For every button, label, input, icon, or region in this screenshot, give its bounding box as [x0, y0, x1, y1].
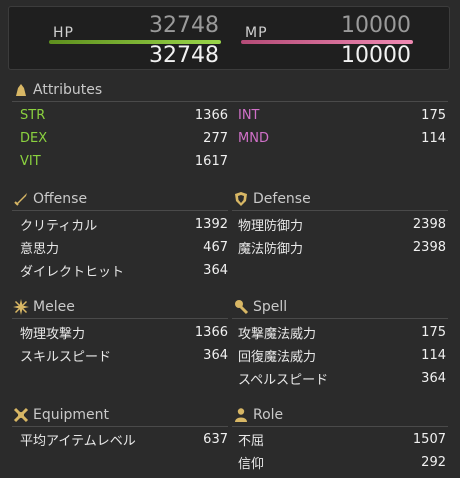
role-divider [232, 426, 448, 427]
stat-label: INT [238, 107, 260, 123]
hp-mp-panel: HP 32748 32748 MP 10000 10000 [8, 6, 450, 70]
stat-row-dex: DEX 277 [20, 127, 228, 149]
sword-icon [12, 190, 30, 208]
stat-value: 1366 [194, 107, 228, 123]
hp-max: 32748 [149, 43, 219, 68]
wand-icon [232, 298, 250, 316]
stat-label: 不屈 [238, 433, 265, 449]
stat-value: 114 [421, 130, 446, 146]
stat-row: ダイレクトヒット 364 [20, 259, 228, 281]
stat-value: 175 [421, 107, 446, 123]
stat-row: スキルスピード 364 [20, 344, 228, 366]
offense-title: Offense [33, 191, 88, 207]
stat-value: 467 [203, 239, 228, 255]
spell-header: Spell [232, 297, 287, 317]
stat-value: 2398 [412, 216, 446, 232]
stat-value: 1507 [412, 431, 446, 447]
stat-row: 不屈 1507 [238, 428, 446, 450]
stat-label: スキルスピード [20, 349, 112, 365]
stat-row: スペルスピード 364 [238, 367, 446, 389]
stat-label: VIT [20, 153, 41, 169]
hp-gauge: HP 32748 32748 [49, 11, 221, 68]
stat-row: 回復魔法威力 114 [238, 344, 446, 366]
stat-label: MND [238, 130, 269, 146]
stat-row: 物理攻撃力 1366 [20, 321, 228, 343]
stat-label: 物理防御力 [238, 218, 304, 234]
stat-label: 魔法防御力 [238, 241, 304, 257]
stat-label: STR [20, 107, 46, 123]
role-header: Role [232, 405, 283, 425]
mp-gauge: MP 10000 10000 [241, 11, 413, 68]
stat-value: 364 [421, 370, 446, 386]
hp-label: HP [53, 25, 74, 41]
attributes-title: Attributes [33, 82, 103, 98]
stat-row: クリティカル 1392 [20, 213, 228, 235]
defense-title: Defense [253, 191, 311, 207]
mp-max: 10000 [341, 43, 411, 68]
stat-label: ダイレクトヒット [20, 264, 125, 280]
stat-row: 意思力 467 [20, 236, 228, 258]
stat-row-vit: VIT 1617 [20, 150, 228, 172]
stat-label: 信仰 [238, 456, 265, 472]
person-icon [232, 406, 250, 424]
stat-value: 277 [203, 130, 228, 146]
equipment-divider [12, 426, 228, 427]
stat-value: 364 [203, 262, 228, 278]
melee-divider [12, 318, 228, 319]
equipment-title: Equipment [33, 407, 109, 423]
hp-current: 32748 [149, 13, 219, 38]
stat-label: 攻撃魔法威力 [238, 326, 317, 342]
offense-divider [12, 210, 228, 211]
stat-value: 364 [203, 347, 228, 363]
stat-value: 1392 [194, 216, 228, 232]
mp-label: MP [245, 25, 268, 41]
attributes-icon [12, 81, 30, 99]
stat-value: 637 [203, 431, 228, 447]
spell-title: Spell [253, 299, 288, 315]
role-title: Role [253, 407, 284, 423]
offense-header: Offense [12, 189, 87, 209]
mp-current: 10000 [341, 13, 411, 38]
crossed-tools-icon [12, 406, 30, 424]
stat-value: 114 [421, 347, 446, 363]
stat-value: 2398 [412, 239, 446, 255]
stat-label: 意思力 [20, 241, 60, 257]
stat-row-str: STR 1366 [20, 104, 228, 126]
stat-value: 1366 [194, 324, 228, 340]
stat-label: スペルスピード [238, 372, 329, 388]
stat-label: 回復魔法威力 [238, 349, 317, 365]
stat-row: 信仰 292 [238, 451, 446, 473]
attributes-divider [12, 101, 448, 102]
shield-icon [232, 190, 250, 208]
stat-row-mnd: MND 114 [238, 127, 446, 149]
stat-row-int: INT 175 [238, 104, 446, 126]
defense-header: Defense [232, 189, 311, 209]
melee-header: Melee [12, 297, 75, 317]
stat-label: 平均アイテムレベル [20, 433, 136, 449]
attributes-header: Attributes [12, 80, 102, 100]
stat-row: 物理防御力 2398 [238, 213, 446, 235]
stat-value: 1617 [194, 153, 228, 169]
stat-value: 292 [421, 454, 446, 470]
stat-label: DEX [20, 130, 48, 146]
stat-row: 魔法防御力 2398 [238, 236, 446, 258]
melee-title: Melee [33, 299, 75, 315]
spell-divider [232, 318, 448, 319]
equipment-header: Equipment [12, 405, 109, 425]
stat-label: 物理攻撃力 [20, 326, 86, 342]
stat-label: クリティカル [20, 218, 98, 234]
stat-row: 攻撃魔法威力 175 [238, 321, 446, 343]
starburst-icon [12, 298, 30, 316]
stat-value: 175 [421, 324, 446, 340]
stat-row: 平均アイテムレベル 637 [20, 428, 228, 450]
defense-divider [232, 210, 448, 211]
